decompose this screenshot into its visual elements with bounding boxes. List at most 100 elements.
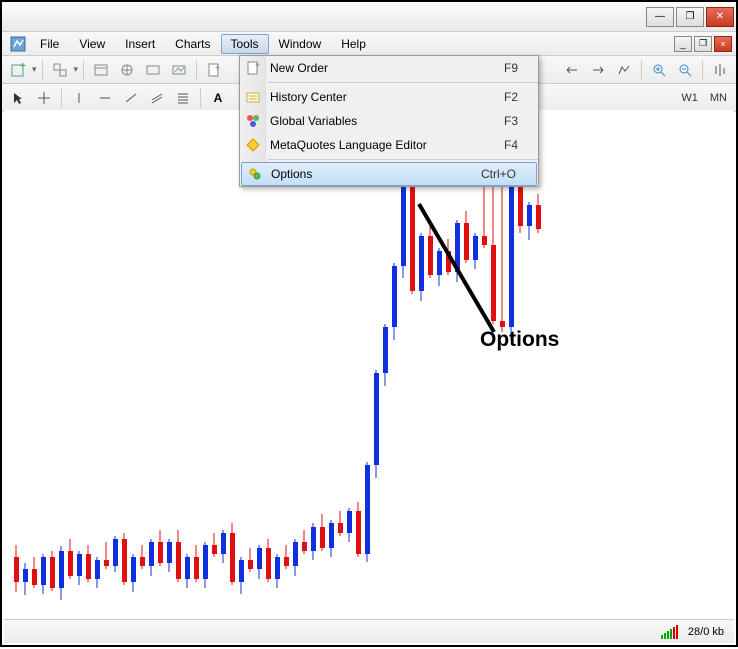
shift-chart-button[interactable]: [560, 59, 584, 81]
menu-help[interactable]: Help: [331, 34, 376, 54]
new-chart-button[interactable]: +: [6, 59, 30, 81]
candle: [23, 569, 28, 581]
candle: [194, 557, 199, 578]
window-close-button[interactable]: ✕: [706, 7, 734, 27]
menu-view[interactable]: View: [69, 34, 115, 54]
history-icon: [244, 88, 262, 106]
text-button[interactable]: A: [206, 87, 230, 109]
candle: [266, 548, 271, 579]
trendline-button[interactable]: [119, 87, 143, 109]
menu-item-shortcut: F4: [504, 138, 538, 152]
candle: [509, 182, 514, 327]
candle: [482, 236, 487, 245]
menu-charts[interactable]: Charts: [165, 34, 220, 54]
menu-file[interactable]: File: [30, 34, 69, 54]
fibonacci-button[interactable]: [171, 87, 195, 109]
terminal-button[interactable]: [141, 59, 165, 81]
menu-item-label: History Center: [270, 90, 347, 104]
menu-item-label: New Order: [270, 61, 328, 75]
mdi-close-button[interactable]: ×: [714, 36, 732, 52]
menu-item-metaeditor[interactable]: MetaQuotes Language Editor F4: [240, 133, 538, 157]
candle: [491, 245, 496, 322]
candle: [356, 511, 361, 554]
menu-item-new-order[interactable]: + New Order F9: [240, 56, 538, 80]
candle: [419, 236, 424, 291]
candle: [212, 545, 217, 554]
candle: [320, 527, 325, 548]
new-order-button[interactable]: +: [202, 59, 226, 81]
candle: [311, 527, 316, 552]
candle: [392, 266, 397, 327]
candle: [428, 236, 433, 276]
globals-icon: [244, 112, 262, 130]
menu-item-global-variables[interactable]: Global Variables F3: [240, 109, 538, 133]
menu-tools[interactable]: Tools: [221, 34, 269, 54]
menu-item-shortcut: F9: [504, 61, 538, 75]
candle: [500, 321, 505, 327]
candle: [95, 560, 100, 578]
candle: [59, 551, 64, 588]
bar-chart-button[interactable]: [708, 59, 732, 81]
candle: [473, 236, 478, 261]
candle: [293, 542, 298, 567]
candle: [239, 560, 244, 581]
candle: [68, 551, 73, 576]
market-watch-button[interactable]: [89, 59, 113, 81]
connection-indicator-icon: [661, 625, 678, 639]
candle: [365, 465, 370, 554]
svg-text:+: +: [215, 63, 220, 72]
candle: [275, 557, 280, 578]
autoscroll-button[interactable]: [586, 59, 610, 81]
menu-separator: [268, 82, 538, 83]
candle: [41, 557, 46, 585]
chart-shift-icon[interactable]: [612, 59, 636, 81]
app-icon: [6, 34, 30, 54]
candle: [248, 560, 253, 569]
menu-item-label: Global Variables: [270, 114, 357, 128]
profiles-button[interactable]: [48, 59, 72, 81]
zoom-in-button[interactable]: [647, 59, 671, 81]
menu-item-shortcut: F2: [504, 90, 538, 104]
status-kb: 28/0 kb: [688, 626, 724, 638]
navigator-button[interactable]: [115, 59, 139, 81]
mdi-minimize-button[interactable]: _: [674, 36, 692, 52]
candle: [338, 523, 343, 532]
crosshair-button[interactable]: [32, 87, 56, 109]
menu-item-history-center[interactable]: History Center F2: [240, 85, 538, 109]
menu-item-shortcut: F3: [504, 114, 538, 128]
candle: [383, 327, 388, 373]
candle: [86, 554, 91, 579]
candle: [32, 569, 37, 584]
timeframe-w1[interactable]: W1: [676, 92, 703, 104]
candle: [518, 182, 523, 226]
menu-window[interactable]: Window: [269, 34, 332, 54]
cursor-button[interactable]: [6, 87, 30, 109]
candle: [464, 223, 469, 260]
candle: [131, 557, 136, 582]
menu-item-label: MetaQuotes Language Editor: [270, 138, 427, 152]
candle: [140, 557, 145, 566]
svg-text:+: +: [20, 62, 26, 72]
statusbar: 28/0 kb: [4, 619, 734, 643]
window-minimize-button[interactable]: —: [646, 7, 674, 27]
vertical-line-button[interactable]: [67, 87, 91, 109]
candle: [455, 223, 460, 272]
candle: [257, 548, 262, 569]
menu-separator: [268, 159, 538, 160]
zoom-out-button[interactable]: [673, 59, 697, 81]
new-order-icon: +: [244, 59, 262, 77]
candle: [104, 560, 109, 566]
window-maximize-button[interactable]: ❐: [676, 7, 704, 27]
candle: [329, 523, 334, 548]
menu-item-options[interactable]: Options Ctrl+O: [241, 162, 537, 186]
mdi-restore-button[interactable]: ❐: [694, 36, 712, 52]
timeframe-mn[interactable]: MN: [705, 92, 732, 104]
svg-text:+: +: [255, 60, 260, 70]
menu-insert[interactable]: Insert: [115, 34, 165, 54]
horizontal-line-button[interactable]: [93, 87, 117, 109]
equidistant-channel-button[interactable]: [145, 87, 169, 109]
strategy-tester-button[interactable]: [167, 59, 191, 81]
candle: [149, 542, 154, 567]
candle: [185, 557, 190, 578]
candle: [527, 205, 532, 226]
